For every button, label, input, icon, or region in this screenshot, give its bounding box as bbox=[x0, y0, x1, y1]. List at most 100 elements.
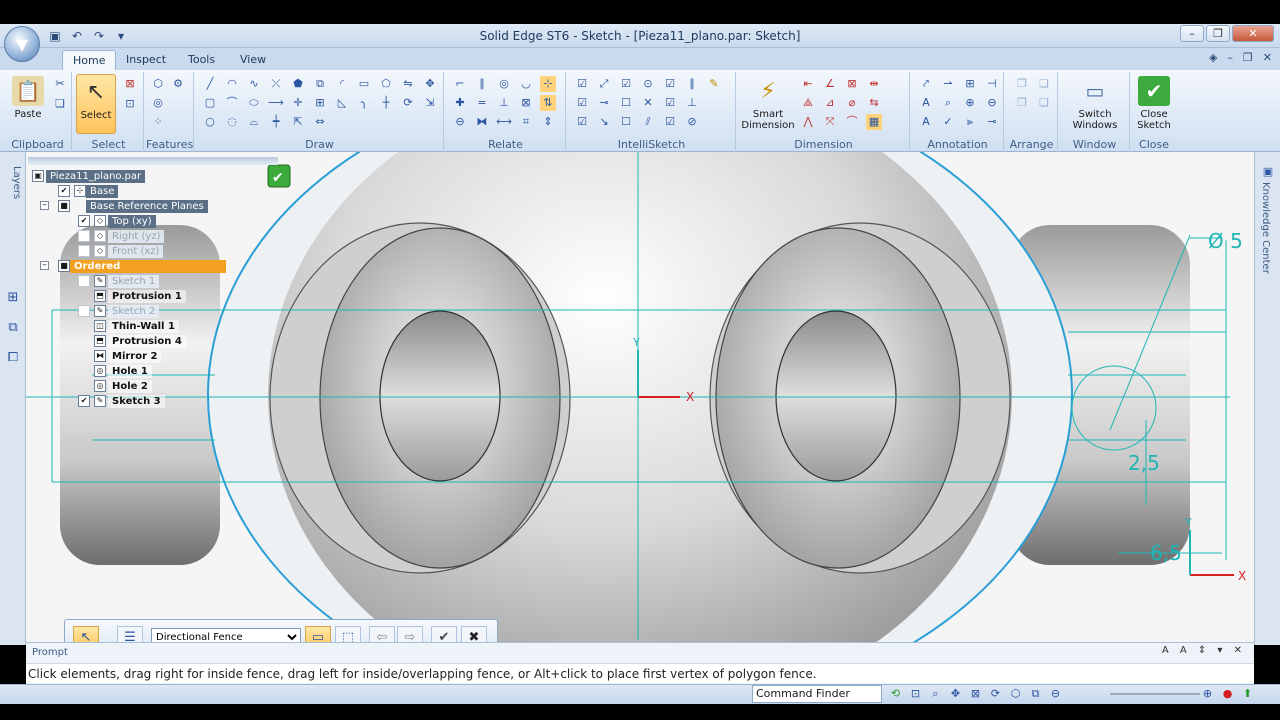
tree-root[interactable]: Pieza11_plano.par bbox=[46, 170, 146, 183]
command-finder-input[interactable]: Command Finder bbox=[752, 685, 882, 703]
diameter-dimension[interactable]: Ø 5 bbox=[1208, 229, 1243, 253]
tree-hole1[interactable]: Hole 1 bbox=[108, 365, 152, 378]
extrude-icon[interactable]: ⬡ bbox=[150, 76, 166, 92]
axial-dim-icon[interactable]: ⤧ bbox=[822, 114, 838, 130]
curve-icon[interactable]: ∿ bbox=[246, 76, 262, 92]
intellisketch-check-5[interactable]: ☐ bbox=[618, 95, 634, 111]
intellisketch-perp-icon[interactable]: ⊥ bbox=[684, 95, 700, 111]
hole-icon[interactable]: ◎ bbox=[150, 95, 166, 111]
datum-icon[interactable]: ⊕ bbox=[962, 95, 978, 111]
fillet-icon[interactable]: ╮ bbox=[356, 95, 372, 111]
surface-texture-icon[interactable]: ✓ bbox=[940, 114, 956, 130]
zoom-slider[interactable] bbox=[1110, 693, 1200, 695]
send-back-icon[interactable]: ❏ bbox=[1036, 76, 1052, 92]
edge-icon[interactable]: ⊖ bbox=[984, 95, 1000, 111]
arc-length-icon[interactable]: ⌒ bbox=[844, 114, 860, 130]
relationship-handles-icon[interactable]: ⊹ bbox=[540, 76, 556, 92]
point-icon[interactable]: ✛ bbox=[290, 95, 306, 111]
arc-icon[interactable]: ◠ bbox=[224, 76, 240, 92]
sketch3-checkbox[interactable]: ✔ bbox=[78, 395, 90, 407]
fill-icon[interactable]: ⬟ bbox=[290, 76, 306, 92]
base-planes-checkbox[interactable]: ■ bbox=[58, 200, 70, 212]
tangent-arc-icon[interactable]: ◜ bbox=[334, 76, 350, 92]
polygon-icon[interactable]: ⬠ bbox=[378, 76, 394, 92]
tree-protrusion4[interactable]: Protrusion 4 bbox=[108, 335, 186, 348]
include-icon[interactable]: ⊞ bbox=[312, 95, 328, 111]
intellisketch-check-3[interactable]: ☑ bbox=[662, 76, 678, 92]
equal-icon[interactable]: = bbox=[474, 95, 490, 111]
upload-icon[interactable]: ⬆ bbox=[1240, 686, 1255, 701]
intellisketch-check-4[interactable]: ☑ bbox=[574, 95, 590, 111]
layers-tab[interactable]: Layers bbox=[4, 166, 22, 246]
intellisketch-tangent-icon[interactable]: ⫽ bbox=[640, 114, 656, 130]
chamfer-dim-icon[interactable]: ⊿ bbox=[822, 95, 838, 111]
pan-icon[interactable]: ✥ bbox=[948, 686, 963, 701]
tree-base-planes[interactable]: Base Reference Planes bbox=[86, 200, 208, 213]
tree-thinwall1[interactable]: Thin-Wall 1 bbox=[108, 320, 179, 333]
relationship-assistant-icon[interactable]: ⇅ bbox=[540, 95, 556, 111]
text-style-icon[interactable]: A bbox=[918, 114, 934, 130]
annotation-more-icon[interactable]: ⊣ bbox=[984, 76, 1000, 92]
tab-view[interactable]: View bbox=[230, 50, 276, 71]
search-annotation-icon[interactable]: ⌕ bbox=[940, 95, 956, 111]
dimension-6-5[interactable]: 6,5 bbox=[1150, 541, 1182, 565]
refresh-icon[interactable]: ⟲ bbox=[888, 686, 903, 701]
selection-manager-icon[interactable]: ⊡ bbox=[122, 96, 138, 112]
view-cube-icon[interactable]: ⬡ bbox=[1008, 686, 1023, 701]
features-dock-icon[interactable]: ⧉ bbox=[4, 320, 22, 338]
distance-between-icon[interactable]: ⇤ bbox=[800, 76, 816, 92]
feature-callout-icon[interactable]: ⇀ bbox=[940, 76, 956, 92]
intellisketch-onelement-icon[interactable]: ↘ bbox=[596, 114, 612, 130]
select-button[interactable]: ↖ Select bbox=[76, 74, 116, 134]
horizontal-vertical-icon[interactable]: ✚ bbox=[452, 95, 468, 111]
rigid-set-icon[interactable]: ⌗ bbox=[518, 114, 534, 130]
front-plane-checkbox[interactable] bbox=[78, 245, 90, 257]
send-backward-icon[interactable]: ❏ bbox=[1036, 95, 1052, 111]
lock-icon[interactable]: ⊠ bbox=[518, 95, 534, 111]
minimize-button[interactable]: – bbox=[1180, 25, 1204, 42]
connect-icon[interactable]: ⌐ bbox=[452, 76, 468, 92]
application-button[interactable]: ▼ bbox=[4, 26, 40, 62]
base-checkbox[interactable]: ✔ bbox=[58, 185, 70, 197]
intellisketch-check-8[interactable]: ☐ bbox=[618, 114, 634, 130]
leader-icon[interactable]: ⤤ bbox=[918, 76, 934, 92]
symmetric-diameter-icon[interactable]: ⌀ bbox=[844, 95, 860, 111]
parallel-icon[interactable]: ∥ bbox=[474, 76, 490, 92]
ribbon-minimize-icon[interactable]: – bbox=[1227, 51, 1233, 64]
family-dock-icon[interactable]: ⧠ bbox=[4, 350, 22, 368]
scale-icon[interactable]: ⇲ bbox=[422, 95, 438, 111]
construction-icon[interactable]: ┿ bbox=[268, 114, 284, 130]
tree-sketch2[interactable]: Sketch 2 bbox=[108, 305, 160, 318]
perpendicular-icon[interactable]: ⊥ bbox=[496, 95, 512, 111]
project-icon[interactable]: ⇱ bbox=[290, 114, 306, 130]
symmetric-icon[interactable]: ⧓ bbox=[474, 114, 490, 130]
tree-front-plane[interactable]: Front (xz) bbox=[108, 245, 164, 258]
options-icon[interactable]: ◈ bbox=[1209, 51, 1217, 64]
intellisketch-endpoint-icon[interactable]: ⤢ bbox=[596, 76, 612, 92]
trim-icon[interactable]: ⤫ bbox=[268, 76, 284, 92]
tab-home[interactable]: Home bbox=[62, 50, 117, 71]
weld-icon[interactable]: ⫸ bbox=[962, 114, 978, 130]
rect-center-icon[interactable]: ▢ bbox=[202, 95, 218, 111]
intellisketch-intersect-icon[interactable]: ✕ bbox=[640, 95, 656, 111]
restore-button[interactable]: ❐ bbox=[1206, 25, 1230, 42]
ellipse-icon[interactable]: ⬭ bbox=[246, 95, 262, 111]
knowledge-center-icon[interactable]: ▣ bbox=[1260, 164, 1276, 180]
paste-button[interactable]: 📋 Paste bbox=[6, 74, 50, 134]
split-icon[interactable]: ┼ bbox=[378, 95, 394, 111]
sketch2-checkbox[interactable] bbox=[78, 305, 90, 317]
midpoint-icon[interactable]: ⟷ bbox=[496, 114, 512, 130]
balloon-icon[interactable]: ⊞ bbox=[962, 76, 978, 92]
intellisketch-check-6[interactable]: ☑ bbox=[662, 95, 678, 111]
tree-ordered[interactable]: Ordered bbox=[70, 260, 226, 273]
line-icon[interactable]: ╱ bbox=[202, 76, 218, 92]
intellisketch-parallel-icon[interactable]: ∥ bbox=[684, 76, 700, 92]
chamfer-icon[interactable]: ◺ bbox=[334, 95, 350, 111]
symmetry-axis-icon[interactable]: ⇕ bbox=[540, 114, 556, 130]
zoom-in-icon[interactable]: ⊕ bbox=[1200, 686, 1215, 701]
coordinate-dim-icon[interactable]: ⊠ bbox=[844, 76, 860, 92]
arc-3pt-icon[interactable]: ⌒ bbox=[224, 95, 240, 111]
angle-between-icon[interactable]: ∠ bbox=[822, 76, 838, 92]
named-views-icon[interactable]: ⧉ bbox=[1028, 686, 1043, 701]
dimension-2-5[interactable]: 2,5 bbox=[1128, 451, 1160, 475]
